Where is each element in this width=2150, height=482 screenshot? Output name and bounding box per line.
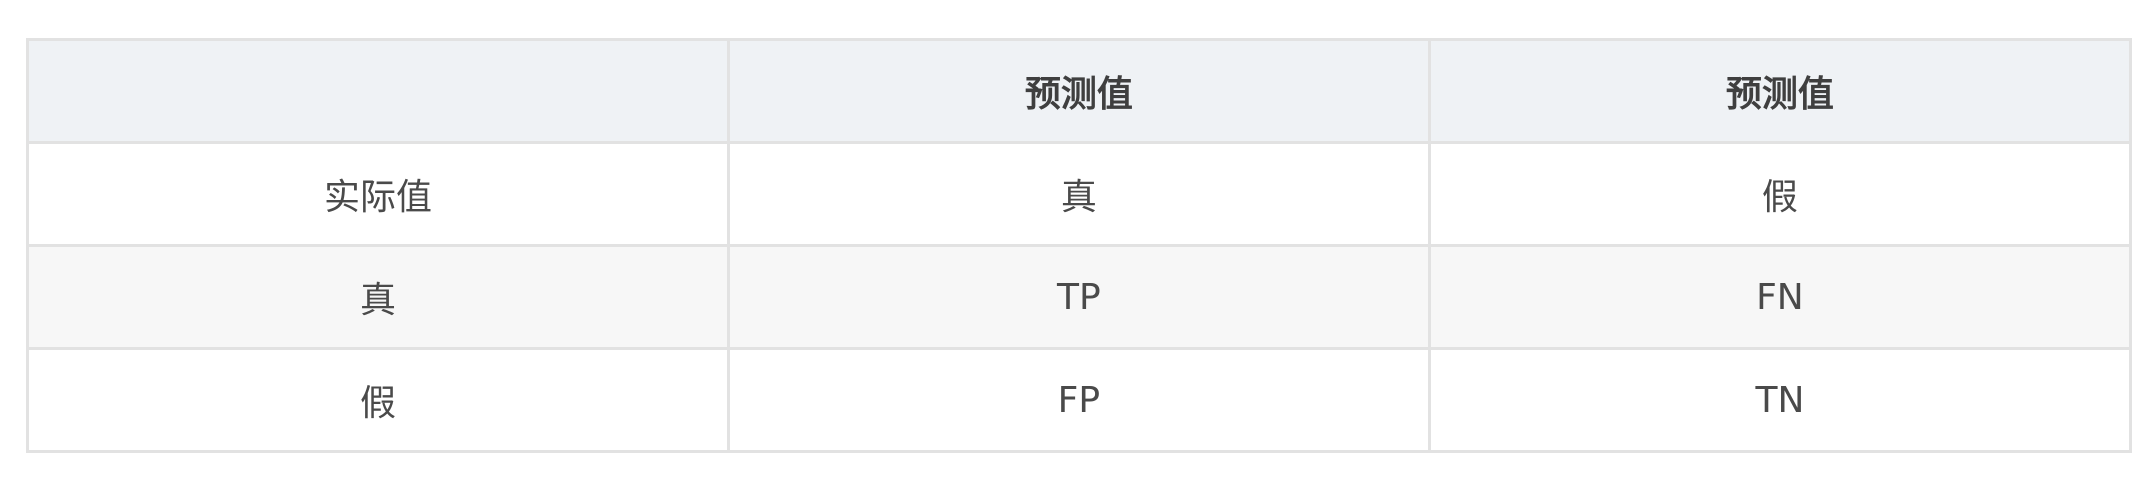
header-cell-predicted: 预测值 [726,38,1431,144]
table-row: 实际值 真 假 [26,141,2133,247]
header-cell-predicted: 预测值 [1427,38,2133,144]
table-cell: TP [726,244,1431,350]
table-cell: 真 [726,141,1431,247]
table-row: 真 TP FN [26,244,2133,350]
table-header: 预测值 预测值 [26,38,2133,144]
table-cell: FP [726,347,1431,453]
header-cell-empty [26,38,730,144]
table-cell: TN [1427,347,2133,453]
table-cell: 真 [26,244,730,350]
table-row: 假 FP TN [26,347,2133,453]
table-cell: 假 [26,347,730,453]
confusion-matrix-table: 预测值 预测值 实际值 真 假 真 TP FN 假 FP TN [26,38,2133,453]
header-row: 预测值 预测值 [26,38,2133,144]
confusion-matrix-table-container: 预测值 预测值 实际值 真 假 真 TP FN 假 FP TN [26,38,2133,453]
table-body: 实际值 真 假 真 TP FN 假 FP TN [26,141,2133,453]
table-cell: 假 [1427,141,2133,247]
table-cell: 实际值 [26,141,730,247]
table-cell: FN [1427,244,2133,350]
